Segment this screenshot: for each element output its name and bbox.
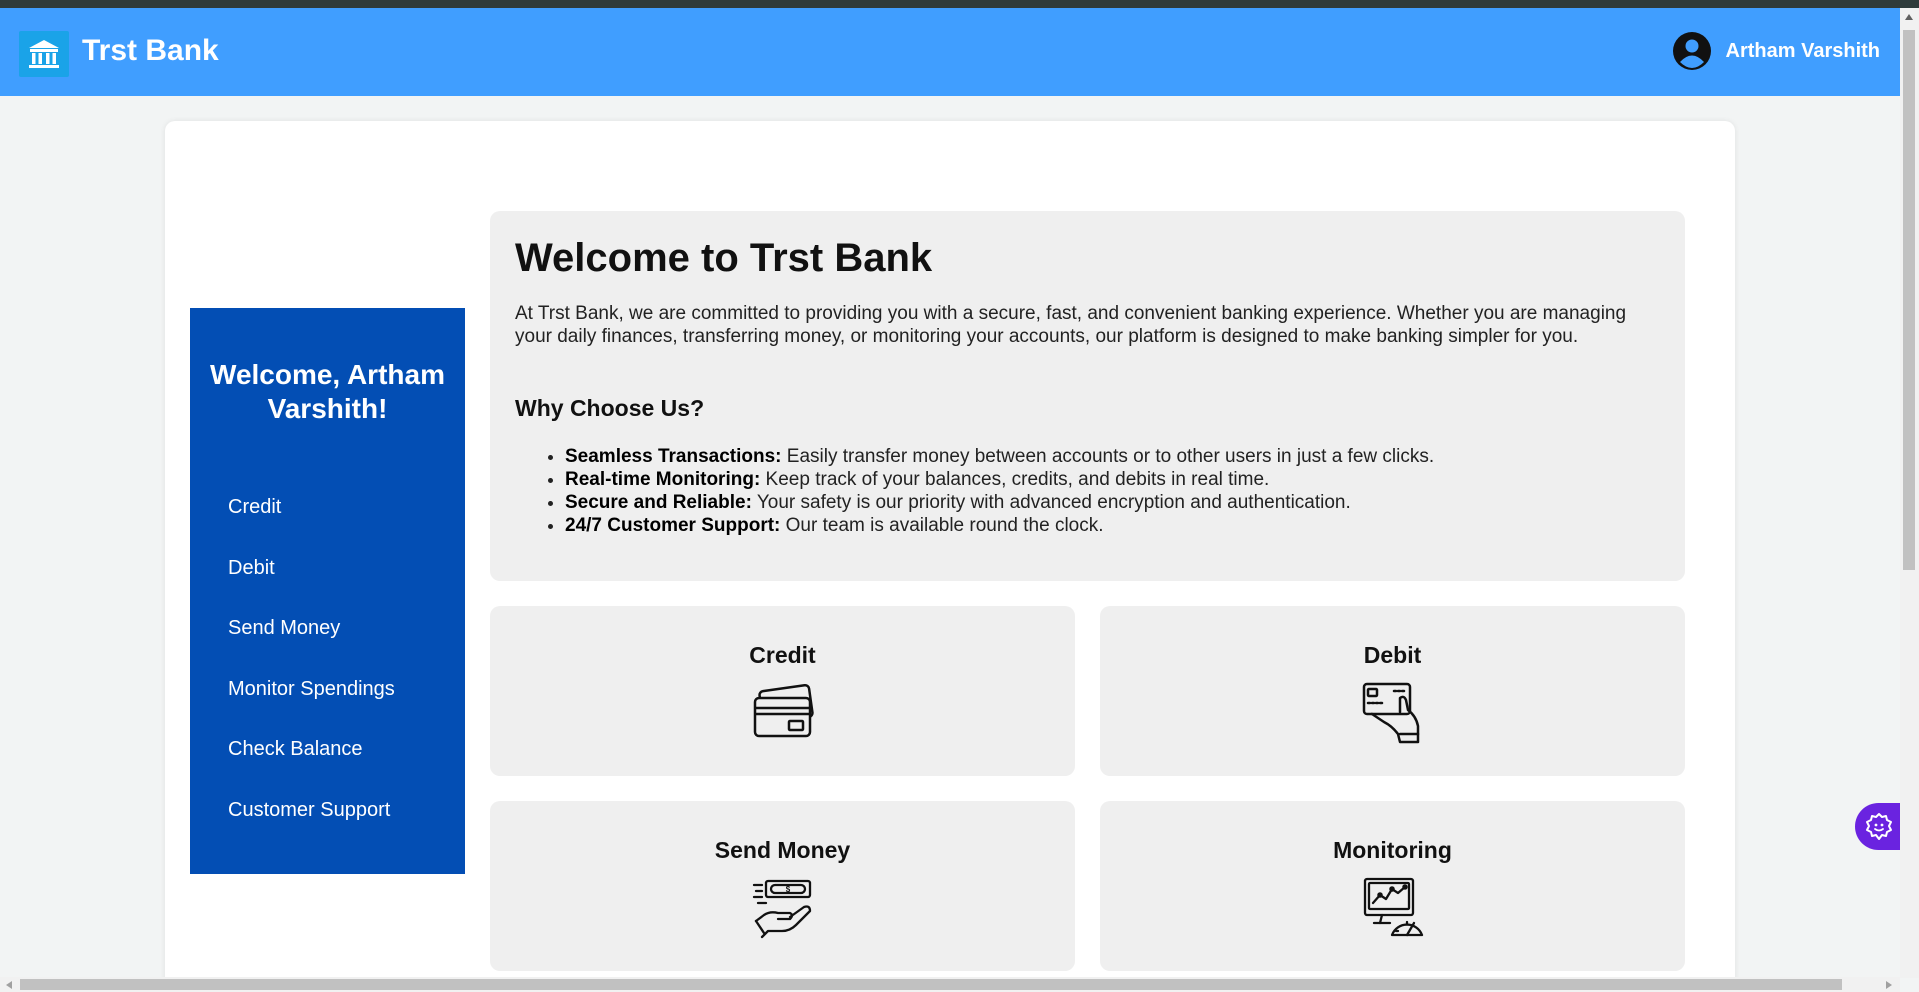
feature-text: Easily transfer money between accounts o… xyxy=(781,446,1435,467)
sidebar-item-monitor-spendings[interactable]: Monitor Spendings xyxy=(228,678,395,701)
feature-text: Our team is available round the clock. xyxy=(780,515,1104,536)
card-in-hand-icon xyxy=(1362,682,1420,744)
horizontal-scrollbar-thumb[interactable] xyxy=(20,979,1842,990)
sidebar: Welcome, Artham Varshith! Credit Debit S… xyxy=(190,308,465,874)
tile-debit[interactable]: Debit xyxy=(1100,606,1685,776)
window-top-strip xyxy=(0,0,1919,8)
feature-item: Seamless Transactions: Easily transfer m… xyxy=(565,445,1665,468)
scroll-up-arrow-icon[interactable] xyxy=(1905,14,1913,20)
intro-text: At Trst Bank, we are committed to provid… xyxy=(515,303,1627,347)
accessibility-settings-button[interactable] xyxy=(1855,803,1902,850)
svg-text:$: $ xyxy=(786,885,791,894)
horizontal-scrollbar[interactable] xyxy=(0,977,1900,992)
tile-title: Monitoring xyxy=(1333,837,1452,863)
feature-label: 24/7 Customer Support: xyxy=(565,515,781,536)
feature-text: Keep track of your balances, credits, an… xyxy=(760,469,1270,490)
feature-label: Seamless Transactions: xyxy=(565,446,782,467)
tile-title: Send Money xyxy=(714,837,851,863)
user-profile[interactable]: Artham Varshith xyxy=(1672,31,1880,71)
credit-cards-icon xyxy=(753,683,814,738)
vertical-scrollbar[interactable] xyxy=(1900,8,1919,978)
sidebar-item-send-money[interactable]: Send Money xyxy=(228,617,340,640)
sidebar-item-credit[interactable]: Credit xyxy=(228,496,281,519)
scroll-right-arrow-icon[interactable] xyxy=(1886,981,1892,989)
tile-send-money[interactable]: Send Money $ xyxy=(490,801,1075,971)
navbar: Trst Bank Artham Varshith xyxy=(0,8,1900,96)
feature-text: Your safety is our priority with advance… xyxy=(751,492,1351,513)
bank-logo-icon[interactable] xyxy=(19,31,69,77)
feature-item: Real-time Monitoring: Keep track of your… xyxy=(565,468,1665,491)
welcome-card: Welcome to Trst Bank At Trst Bank, we ar… xyxy=(490,211,1685,581)
vertical-scrollbar-thumb[interactable] xyxy=(1903,30,1915,570)
features-list: Seamless Transactions: Easily transfer m… xyxy=(565,445,1665,537)
page-title: Welcome to Trst Bank xyxy=(515,236,933,280)
sidebar-greeting: Welcome, Artham Varshith! xyxy=(210,359,445,424)
feature-label: Real-time Monitoring: xyxy=(565,469,761,490)
feature-item: Secure and Reliable: Your safety is our … xyxy=(565,491,1665,514)
sidebar-item-debit[interactable]: Debit xyxy=(228,557,275,580)
monitor-gauge-icon xyxy=(1363,877,1424,937)
brand-name[interactable]: Trst Bank xyxy=(82,34,219,68)
feature-label: Secure and Reliable: xyxy=(565,492,752,513)
scroll-left-arrow-icon[interactable] xyxy=(6,981,12,989)
sidebar-item-check-balance[interactable]: Check Balance xyxy=(228,738,363,761)
user-avatar-icon xyxy=(1672,32,1711,70)
sidebar-item-customer-support[interactable]: Customer Support xyxy=(228,799,390,822)
user-name: Artham Varshith xyxy=(1725,39,1880,62)
why-choose-heading: Why Choose Us? xyxy=(515,395,705,421)
money-hand-icon: $ xyxy=(752,879,812,939)
tile-credit[interactable]: Credit xyxy=(490,606,1075,776)
tile-monitoring[interactable]: Monitoring xyxy=(1100,801,1685,971)
tile-title: Debit xyxy=(1363,642,1422,668)
tile-title: Credit xyxy=(749,642,816,668)
gear-icon xyxy=(1865,812,1892,840)
feature-item: 24/7 Customer Support: Our team is avail… xyxy=(565,514,1665,537)
